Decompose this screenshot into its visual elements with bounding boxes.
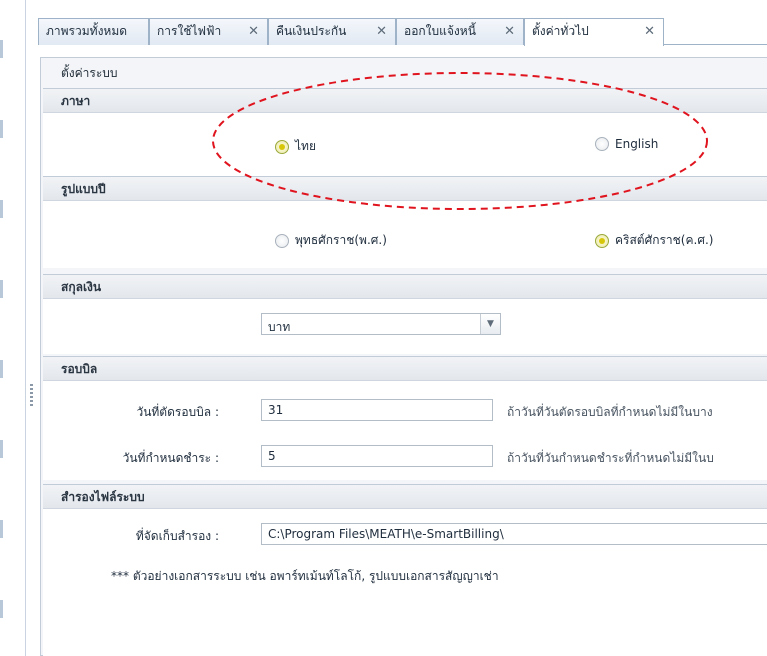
tab-label: ออกใบแจ้งหนี้ (404, 24, 476, 38)
radio-label: English (615, 137, 659, 151)
backup-group: สำรองไฟล์ระบบ ที่จัดเก็บสำรอง : C:\Progr… (43, 484, 767, 656)
tab-deposit-refund[interactable]: คืนเงินประกัน ✕ (268, 18, 396, 45)
radio-unchecked-icon (275, 233, 289, 248)
sidebar-marker (0, 360, 3, 378)
close-icon[interactable]: ✕ (376, 19, 387, 44)
radio-thai[interactable]: ไทย (275, 137, 316, 156)
settings-panel: ตั้งค่าระบบ ภาษา ไทย English รูปแบบปี พุ… (40, 57, 767, 656)
cutoff-day-input[interactable]: 31 (261, 399, 493, 421)
tab-invoice[interactable]: ออกใบแจ้งหนี้ ✕ (396, 18, 524, 45)
radio-english[interactable]: English (595, 137, 658, 151)
tab-label: การใช้ไฟฟ้า (157, 24, 222, 38)
radio-label: คริสต์ศักราช(ค.ศ.) (615, 233, 714, 247)
close-icon[interactable]: ✕ (248, 19, 259, 44)
close-icon[interactable]: ✕ (644, 19, 655, 44)
currency-header: สกุลเงิน (43, 275, 767, 299)
language-header: ภาษา (43, 89, 767, 113)
close-icon[interactable]: ✕ (504, 19, 515, 44)
radio-checked-icon (595, 233, 609, 248)
tab-electricity-usage[interactable]: การใช้ไฟฟ้า ✕ (149, 18, 268, 45)
left-sidebar-strip (0, 0, 26, 656)
sidebar-marker (0, 600, 3, 618)
sidebar-marker (0, 200, 3, 218)
currency-group: สกุลเงิน บาท ▼ (43, 274, 767, 354)
tab-general-settings[interactable]: ตั้งค่าทั่วไป ✕ (524, 18, 664, 46)
splitter-handle[interactable] (30, 384, 33, 406)
due-day-input[interactable]: 5 (261, 445, 493, 467)
tab-bar: ภาพรวมทั้งหมด การใช้ไฟฟ้า ✕ คืนเงินประกั… (38, 18, 767, 46)
due-label: วันที่กำหนดชำระ : (122, 451, 219, 465)
billing-group: รอบบิล วันที่ตัดรอบบิล : 31 ถ้าวันที่วัน… (43, 356, 767, 480)
radio-label: พุทธศักราช(พ.ศ.) (295, 233, 387, 247)
radio-buddhist-era[interactable]: พุทธศักราช(พ.ศ.) (275, 231, 387, 250)
backup-path-label: ที่จัดเก็บสำรอง : (135, 529, 219, 543)
backup-note: *** ตัวอย่างเอกสารระบบ เช่น อพาร์ทเม้นท์… (111, 569, 499, 583)
cutoff-label: วันที่ตัดรอบบิล : (136, 405, 219, 419)
tab-label: ตั้งค่าทั่วไป (532, 24, 589, 38)
radio-label: ไทย (295, 139, 316, 153)
year-format-header: รูปแบบปี (43, 177, 767, 201)
sidebar-marker (0, 520, 3, 538)
currency-value: บาท (268, 320, 291, 334)
tab-label: คืนเงินประกัน (276, 24, 347, 38)
tab-label: ภาพรวมทั้งหมด (46, 24, 128, 38)
chevron-down-icon[interactable]: ▼ (480, 314, 500, 334)
radio-christian-era[interactable]: คริสต์ศักราช(ค.ศ.) (595, 231, 713, 250)
sidebar-marker (0, 440, 3, 458)
billing-header: รอบบิล (43, 357, 767, 381)
language-group: ภาษา ไทย English (43, 88, 767, 176)
sidebar-marker (0, 40, 3, 58)
radio-unchecked-icon (595, 137, 609, 151)
backup-header: สำรองไฟล์ระบบ (43, 485, 767, 509)
due-hint: ถ้าวันที่วันกำหนดชำระที่กำหนดไม่มีในบ (507, 451, 714, 465)
panel-title: ตั้งค่าระบบ (61, 66, 118, 80)
sidebar-marker (0, 120, 3, 138)
sidebar-marker (0, 280, 3, 298)
currency-select[interactable]: บาท ▼ (261, 313, 501, 335)
tab-overview[interactable]: ภาพรวมทั้งหมด (38, 18, 149, 45)
backup-path-input[interactable]: C:\Program Files\MEATH\e-SmartBilling\ (261, 523, 767, 545)
cutoff-hint: ถ้าวันที่วันตัดรอบบิลที่กำหนดไม่มีในบาง (507, 405, 713, 419)
year-format-group: รูปแบบปี พุทธศักราช(พ.ศ.) คริสต์ศักราช(ค… (43, 176, 767, 268)
radio-checked-icon (275, 139, 289, 154)
